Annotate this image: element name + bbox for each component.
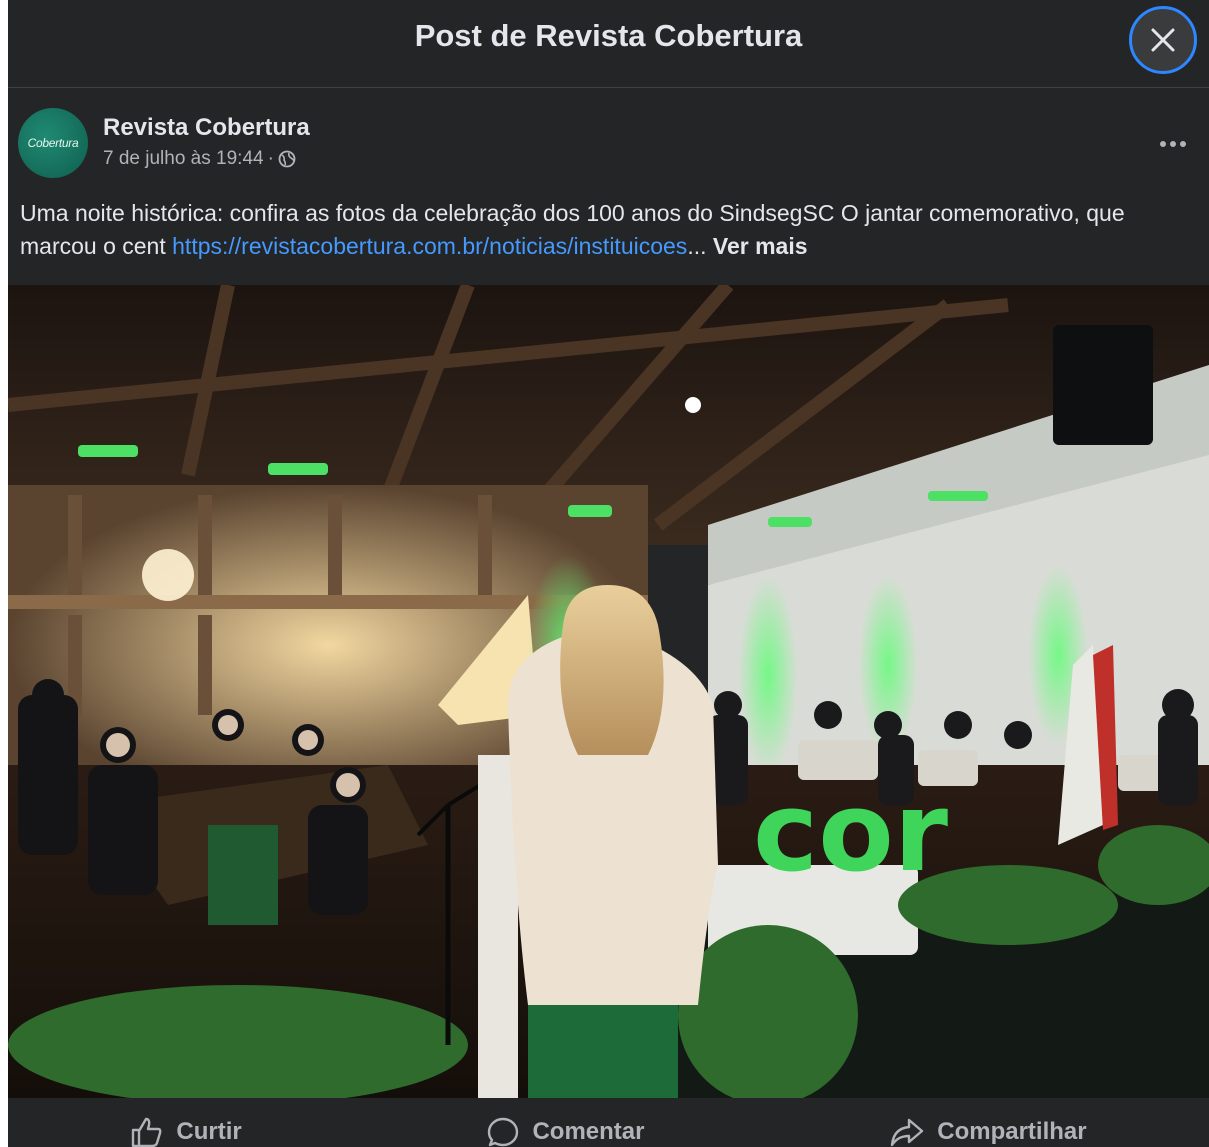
more-dot-icon [1160,141,1166,147]
avatar[interactable]: Cobertura [18,108,88,178]
more-options-button[interactable] [1153,134,1193,154]
ellipsis: ... [687,233,707,259]
globe-icon [278,150,296,168]
close-button[interactable] [1129,6,1197,74]
post-text: Uma noite histórica: confira as fotos da… [8,183,1209,263]
post-header: Cobertura Revista Cobertura 7 de julho à… [8,88,1209,183]
comment-button[interactable]: Comentar [486,1097,645,1147]
share-button[interactable]: Compartilhar [889,1097,1087,1147]
post-photo[interactable]: cor [8,285,1209,1098]
like-label: Curtir [176,1117,242,1145]
dialog-header: Post de Revista Cobertura [8,0,1209,88]
post-link[interactable]: https://revistacobertura.com.br/noticias… [172,233,687,259]
post-timestamp[interactable]: 7 de julho às 19:44 [103,148,264,170]
thumbs-up-icon [132,1117,162,1147]
see-more-button[interactable]: Ver mais [713,233,808,259]
post-meta: 7 de julho às 19:44 · [103,148,296,170]
post-dialog: Post de Revista Cobertura Cobertura Revi… [8,0,1209,1147]
more-dot-icon [1180,141,1186,147]
close-icon [1151,28,1175,52]
banner-letters: cor [753,768,948,896]
share-label: Compartilhar [937,1117,1087,1145]
comment-icon [488,1117,519,1146]
author-name[interactable]: Revista Cobertura [103,114,310,142]
dialog-title: Post de Revista Cobertura [414,17,803,53]
meta-separator: · [267,148,274,169]
post-actions: Curtir Comentar Compartilhar [8,1098,1209,1147]
comment-label: Comentar [532,1117,645,1145]
share-icon [891,1118,924,1146]
like-button[interactable]: Curtir [130,1097,242,1147]
more-dot-icon [1170,141,1176,147]
avatar-text: Cobertura [27,136,79,150]
